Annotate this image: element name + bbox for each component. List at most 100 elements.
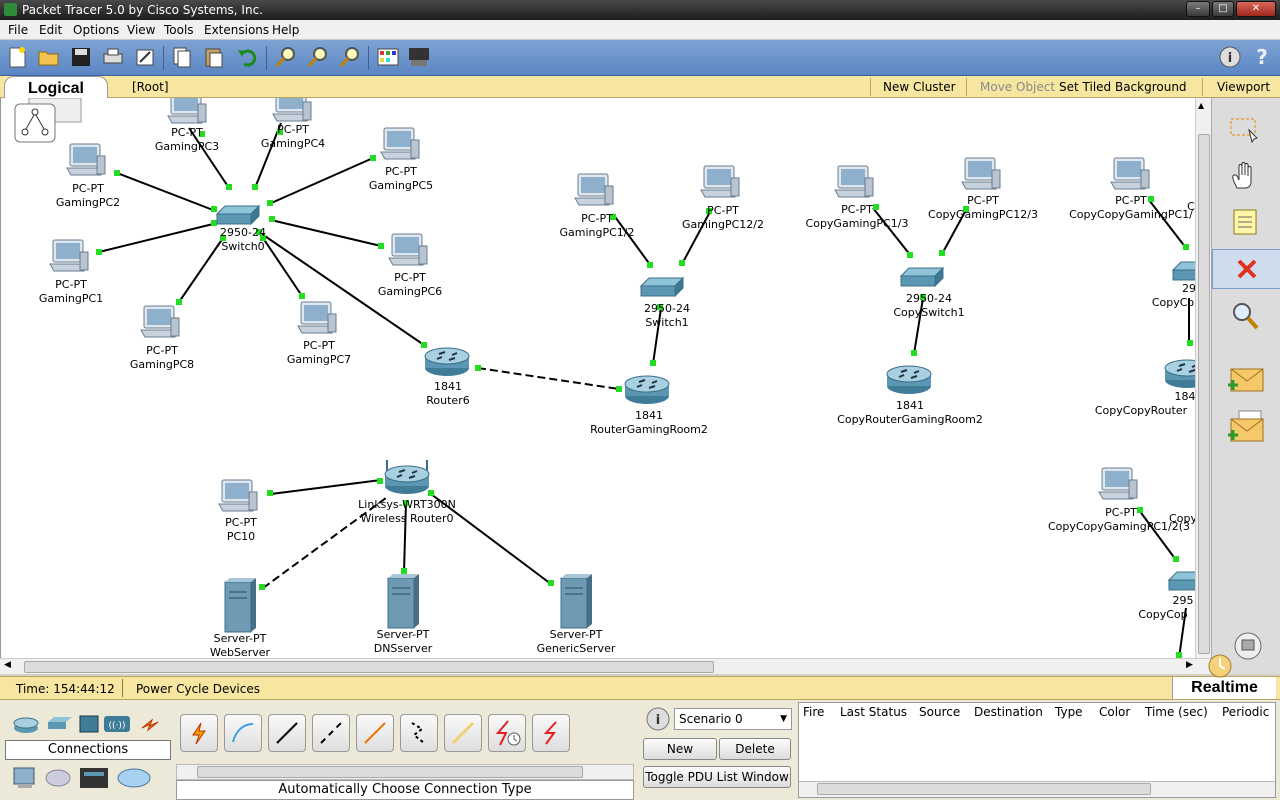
vertical-scrollbar[interactable]: ▲ [1195, 98, 1211, 658]
open-icon[interactable] [37, 45, 61, 69]
device-dnsserver[interactable]: Server-PTDNSserver [374, 573, 433, 655]
move-object-button[interactable]: Move Object [980, 80, 1055, 94]
auto-connection-icon[interactable] [180, 714, 218, 752]
viewport-button[interactable]: Viewport [1217, 80, 1270, 94]
device-copyroutergamingroom2[interactable]: 1841CopyRouterGamingRoom2 [837, 365, 983, 426]
col-last-status[interactable]: Last Status [840, 705, 907, 719]
device-gamingpc2[interactable]: PC-PTGamingPC2 [56, 143, 120, 209]
vertical-scroll-thumb[interactable] [1198, 134, 1210, 654]
col-time[interactable]: Time (sec) [1145, 705, 1208, 719]
scroll-right-icon[interactable]: ▶ [1186, 660, 1193, 670]
device-router6[interactable]: 1841Router6 [424, 347, 470, 407]
scroll-left-icon[interactable]: ◀ [4, 660, 11, 670]
wizard-icon[interactable] [133, 45, 157, 69]
copy-icon[interactable] [170, 45, 194, 69]
device-copycopyswitch2[interactable]: 295CopyCop [1138, 571, 1195, 621]
link-cable[interactable] [872, 207, 912, 257]
col-destination[interactable]: Destination [974, 705, 1043, 719]
col-periodic[interactable]: Periodic [1222, 705, 1269, 719]
multiuser-category-icon[interactable] [117, 768, 151, 788]
menu-help[interactable]: Help [272, 23, 299, 37]
end-devices-category-icon[interactable] [13, 767, 35, 788]
palette-icon[interactable] [376, 45, 400, 69]
device-gamingpc4[interactable]: PC-PTGamingPC4 [261, 98, 325, 150]
print-icon[interactable] [101, 45, 125, 69]
cluster-nav-icon[interactable] [14, 98, 82, 143]
pdu-table-scrollbar[interactable] [799, 781, 1275, 797]
close-button[interactable]: ✕ [1236, 1, 1276, 17]
minimize-button[interactable]: – [1186, 1, 1210, 17]
device-gamingpc12-2[interactable]: PC-PTGamingPC12/2 [682, 165, 764, 231]
link-cable[interactable] [116, 172, 214, 211]
custom-device-icon[interactable] [407, 45, 431, 69]
new-icon[interactable] [5, 45, 29, 69]
wireless-category-icon[interactable]: ((·)) [104, 716, 130, 732]
col-color[interactable]: Color [1099, 705, 1130, 719]
scenario-info-icon[interactable]: i [646, 707, 670, 731]
col-type[interactable]: Type [1055, 705, 1083, 719]
logical-tab[interactable]: Logical [4, 76, 108, 100]
link-cable[interactable] [270, 219, 382, 247]
device-switch0[interactable]: 2950-24Switch0 [216, 205, 266, 253]
link-serial[interactable] [477, 367, 620, 390]
device-routergamingroom2[interactable]: 1841RouterGamingRoom2 [590, 375, 708, 436]
link-cable[interactable] [268, 157, 374, 205]
link-cable[interactable] [98, 223, 214, 253]
device-gamingpc1-2[interactable]: PC-PTGamingPC1/2 [559, 173, 635, 239]
coaxial-cable-icon[interactable] [444, 714, 482, 752]
move-layout-tool-icon[interactable] [1220, 156, 1270, 196]
add-simple-pdu-icon[interactable] [1220, 360, 1270, 400]
straight-through-cable-icon[interactable] [268, 714, 306, 752]
device-gamingpc8[interactable]: PC-PTGamingPC8 [130, 305, 194, 371]
serial-dce-cable-icon[interactable] [488, 714, 526, 752]
link-cable[interactable] [262, 237, 303, 297]
custom-devices-category-icon[interactable] [80, 768, 108, 788]
device-switch1[interactable]: 2950-24Switch1 [640, 277, 690, 329]
zoom-in-icon[interactable] [274, 45, 298, 69]
link-cable[interactable] [178, 237, 224, 303]
console-cable-icon[interactable] [224, 714, 262, 752]
crossover-cable-icon[interactable] [312, 714, 350, 752]
pdu-table-scroll-thumb[interactable] [817, 783, 1151, 795]
paste-icon[interactable] [202, 45, 226, 69]
connections-category-icon[interactable] [141, 718, 159, 732]
device-copygamingpc12-3[interactable]: PC-PTCopyGamingPC12/3 [928, 157, 1038, 221]
device-copycopygamingpc1[interactable]: PC-PTCopyCopyGamingPC1/ [1069, 157, 1193, 221]
scroll-up-icon[interactable]: ▲ [1198, 101, 1204, 110]
menu-edit[interactable]: Edit [39, 23, 62, 37]
device-copycopyswitch[interactable]: 29CopyCo [1152, 261, 1195, 309]
maximize-button[interactable]: □ [1212, 1, 1234, 17]
connection-types-scroll-thumb[interactable] [197, 766, 583, 778]
device-gamingpc7[interactable]: PC-PTGamingPC7 [287, 301, 351, 366]
routers-category-icon[interactable] [13, 717, 39, 733]
hubs-category-icon[interactable] [79, 715, 99, 733]
new-scenario-button[interactable]: New [643, 738, 717, 760]
scenario-select[interactable]: Scenario 0 ▼ [674, 708, 792, 730]
save-icon[interactable] [69, 45, 93, 69]
realtime-mode-tab[interactable]: Realtime [1172, 654, 1276, 699]
col-fire[interactable]: Fire [803, 705, 824, 719]
menu-view[interactable]: View [127, 23, 155, 37]
device-genericserver[interactable]: Server-PTGenericServer [537, 573, 616, 655]
menu-tools[interactable]: Tools [164, 23, 194, 37]
zoom-reset-icon[interactable] [306, 45, 330, 69]
horizontal-scroll-thumb[interactable] [24, 661, 714, 673]
info-icon[interactable]: i [1218, 45, 1242, 69]
device-gamingpc3[interactable]: PC-PTGamingPC3 [155, 98, 219, 153]
device-copyswitch1[interactable]: 2950-24CopySwitch1 [893, 267, 965, 319]
device-gamingpc6[interactable]: PC-PTGamingPC6 [378, 233, 442, 298]
menu-options[interactable]: Options [73, 23, 119, 37]
realtime-clock-icon[interactable] [1207, 653, 1233, 679]
device-pc10[interactable]: PC-PTPC10 [218, 479, 258, 543]
device-gamingpc5[interactable]: PC-PTGamingPC5 [369, 127, 433, 192]
link-cable[interactable] [612, 213, 652, 267]
help-icon[interactable]: ? [1250, 45, 1274, 69]
undo-icon[interactable] [235, 45, 259, 69]
new-cluster-button[interactable]: New Cluster [883, 80, 956, 94]
connection-types-scrollbar[interactable] [176, 764, 634, 780]
wan-emulation-category-icon[interactable] [45, 769, 71, 787]
root-breadcrumb[interactable]: [Root] [132, 80, 169, 94]
topology-canvas[interactable]: PC-PTGamingPC3 PC-PTGamingPC4 PC-PTGamin… [1, 98, 1195, 658]
device-copygamingpc1-3[interactable]: PC-PTCopyGamingPC1/3 [806, 165, 909, 230]
fiber-cable-icon[interactable] [356, 714, 394, 752]
